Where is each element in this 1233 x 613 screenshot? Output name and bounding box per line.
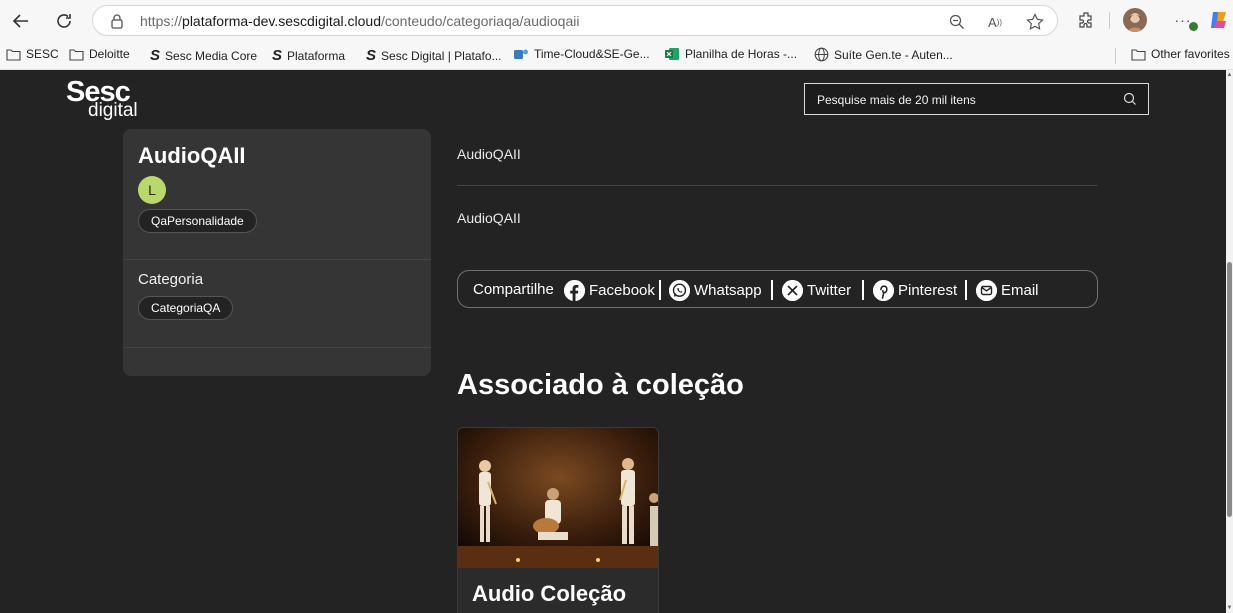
scroll-down-arrow-icon[interactable]: ▼ [1226, 605, 1233, 611]
bookmark-label: Deloitte [89, 47, 130, 61]
sesc-s-icon: S [272, 47, 283, 64]
category-chip[interactable]: CategoriaQA [138, 296, 234, 320]
email-icon [976, 279, 997, 301]
share-separator [771, 280, 773, 300]
sesc-s-icon: S [366, 47, 377, 64]
favorite-star-icon[interactable] [1025, 12, 1045, 32]
card-divider [123, 259, 431, 260]
lock-icon[interactable] [110, 13, 124, 34]
logo-word-digital: digital [88, 100, 138, 121]
share-label: Compartilhe [473, 281, 554, 298]
excel-icon [665, 48, 679, 60]
address-bar[interactable]: https://plataforma-dev.sescdigital.cloud… [92, 5, 1058, 36]
collection-card-title: Audio Coleção [472, 581, 627, 606]
content-info-card: AudioQAII L QaPersonalidade Categoria Ca… [123, 129, 431, 376]
bookmark-folder-deloitte[interactable]: Deloitte [69, 47, 130, 61]
twitter-x-icon [782, 279, 803, 301]
share-bar: Compartilhe Facebook Whatsapp Twitter Pi… [457, 270, 1098, 308]
extensions-icon[interactable] [1075, 9, 1097, 31]
bookmark-label: Time-Cloud&SE-Ge... [534, 47, 650, 61]
url-text[interactable]: https://plataforma-dev.sescdigital.cloud… [140, 13, 579, 29]
bookmark-label: SESC [26, 47, 59, 61]
sesc-s-icon: S [150, 47, 161, 64]
read-aloud-icon[interactable]: A)) [985, 12, 1005, 32]
bookmark-plataforma[interactable]: S Plataforma [272, 47, 345, 64]
bookmark-label: Plataforma [287, 48, 346, 63]
card-divider [123, 347, 431, 348]
pinterest-icon [873, 279, 894, 301]
page-scrollbar[interactable]: ▲ ▼ [1226, 70, 1233, 613]
share-separator [965, 280, 967, 300]
folder-icon [69, 48, 84, 61]
folder-icon [6, 48, 21, 61]
page-content: Sesc digital AudioQAII L QaPersonalidade… [0, 70, 1226, 613]
bookmark-label: Sesc Media Core [165, 48, 258, 63]
share-facebook-button[interactable]: Facebook [564, 278, 655, 302]
whatsapp-icon [669, 279, 690, 301]
collection-thumbnail-image [458, 428, 658, 568]
globe-icon [814, 47, 829, 62]
bookmark-suite-gente[interactable]: Suíte Gen.te - Auten... [814, 47, 953, 62]
share-separator [862, 280, 864, 300]
bookmark-label: Suíte Gen.te - Auten... [834, 47, 953, 62]
copilot-icon[interactable] [1208, 9, 1230, 31]
collection-card[interactable]: Audio Coleção [457, 427, 659, 613]
scrollbar-thumb[interactable] [1227, 262, 1232, 517]
author-avatar[interactable]: L [138, 176, 166, 204]
content-name-text: AudioQAII [457, 146, 521, 162]
refresh-icon[interactable] [51, 8, 77, 34]
scroll-up-arrow-icon[interactable]: ▲ [1226, 72, 1233, 78]
content-title: AudioQAII [138, 143, 246, 168]
profile-avatar[interactable] [1123, 8, 1147, 32]
share-whatsapp-button[interactable]: Whatsapp [669, 278, 762, 302]
teams-icon [514, 49, 528, 59]
content-divider [457, 185, 1098, 186]
bookmark-time-cloud[interactable]: Time-Cloud&SE-Ge... [513, 47, 650, 61]
share-whatsapp-label: Whatsapp [694, 281, 762, 299]
category-label: Categoria [138, 271, 204, 288]
share-facebook-label: Facebook [589, 281, 655, 299]
share-twitter-button[interactable]: Twitter [782, 278, 851, 302]
facebook-icon [564, 279, 585, 301]
share-separator [659, 280, 661, 300]
folder-icon [1131, 48, 1146, 61]
share-pinterest-label: Pinterest [898, 281, 958, 299]
bookmark-sesc-digital[interactable]: S Sesc Digital | Platafo... [366, 47, 502, 64]
more-menu-icon[interactable]: ··· [1172, 9, 1198, 31]
search-input[interactable] [817, 90, 1117, 110]
toolbar-divider [1109, 12, 1110, 29]
zoom-icon[interactable] [947, 12, 967, 32]
personality-chip[interactable]: QaPersonalidade [138, 209, 257, 233]
bookmarks-bar: SESC Deloitte S Sesc Media Core S Plataf… [0, 41, 1233, 70]
bookmark-planilha-de-horas[interactable]: Planilha de Horas -... [664, 47, 797, 61]
bookmark-label: Sesc Digital | Platafo... [381, 48, 502, 63]
browser-toolbar: https://plataforma-dev.sescdigital.cloud… [0, 0, 1233, 41]
sesc-digital-logo[interactable]: Sesc digital [66, 78, 138, 121]
content-description-text: AudioQAII [457, 210, 521, 226]
share-email-label: Email [1001, 281, 1039, 299]
site-search [804, 83, 1149, 115]
bookmark-sesc-media-core[interactable]: S Sesc Media Core [150, 47, 257, 64]
bookmarks-divider [1115, 48, 1116, 64]
share-twitter-label: Twitter [807, 281, 852, 299]
share-pinterest-button[interactable]: Pinterest [873, 278, 957, 302]
share-email-button[interactable]: Email [976, 278, 1039, 302]
back-icon[interactable] [8, 8, 34, 34]
bookmark-label: Other favorites [1151, 47, 1230, 61]
bookmark-label: Planilha de Horas -... [685, 47, 798, 61]
collection-heading: Associado à coleção [457, 369, 744, 401]
search-icon[interactable] [1123, 92, 1137, 111]
bookmark-folder-sesc[interactable]: SESC [6, 47, 59, 61]
bookmark-other-favorites[interactable]: Other favorites [1131, 47, 1230, 61]
